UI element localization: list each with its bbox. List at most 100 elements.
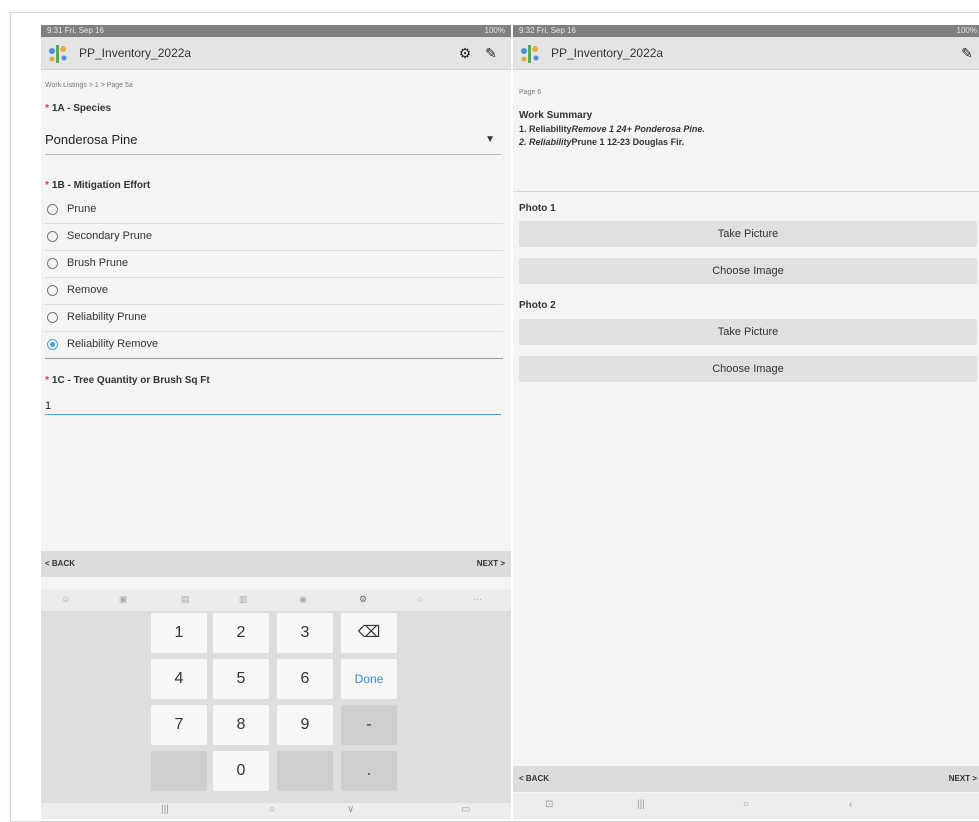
recents-icon[interactable]: ||| <box>161 804 169 815</box>
page-label: Page 6 <box>519 89 542 96</box>
status-battery: 100% <box>956 26 977 35</box>
system-nav-bar: ||| ○ ∨ ▭ <box>41 803 511 819</box>
form-nav-bar: < BACK NEXT > <box>513 766 979 792</box>
species-select[interactable]: Ponderosa Pine ▼ <box>45 128 501 155</box>
radio-icon <box>47 231 58 242</box>
app-bar: PP_Inventory_2022a ✎ <box>513 37 979 70</box>
photo-1-choose-image-button[interactable]: Choose Image <box>519 258 977 284</box>
radio-brush-prune[interactable]: Brush Prune <box>45 251 503 278</box>
key-0[interactable]: 0 <box>213 751 269 791</box>
app-title: PP_Inventory_2022a <box>551 46 664 60</box>
more-icon[interactable]: ··· <box>473 594 482 604</box>
key-6[interactable]: 6 <box>277 659 333 699</box>
key-8[interactable]: 8 <box>213 705 269 745</box>
q1b-label-text: 1B - Mitigation Effort <box>51 180 151 191</box>
radio-label: Remove <box>67 284 108 296</box>
key-9[interactable]: 9 <box>277 705 333 745</box>
radio-label: Reliability Prune <box>67 311 147 323</box>
emoji-icon[interactable]: ☺ <box>61 594 70 604</box>
search-icon[interactable]: ○ <box>417 594 422 604</box>
radio-prune[interactable]: Prune <box>45 197 503 224</box>
dot-key[interactable]: . <box>341 751 397 791</box>
key-3[interactable]: 3 <box>277 613 333 653</box>
status-bar: 9:32 Fri, Sep 16 100% <box>513 25 979 37</box>
radio-reliability-prune[interactable]: Reliability Prune <box>45 305 503 332</box>
backspace-icon[interactable]: ⌫ <box>341 613 397 653</box>
edit-icon[interactable]: ✎ <box>483 45 499 61</box>
radio-label: Brush Prune <box>67 257 129 269</box>
keyboard-icon[interactable]: ▭ <box>461 804 470 815</box>
summary-line-1-prefix: 1. Reliability <box>519 124 572 134</box>
quantity-input[interactable]: 1 <box>45 400 501 415</box>
next-button[interactable]: NEXT > <box>477 559 505 568</box>
status-bar: 9:31 Fri, Sep 16 100% <box>41 25 511 37</box>
app-bar: PP_Inventory_2022a ⚙ ✎ <box>41 37 511 70</box>
radio-secondary-prune[interactable]: Secondary Prune <box>45 224 503 251</box>
status-battery: 100% <box>484 26 505 35</box>
numeric-keypad: 1 2 3 ⌫ 4 5 6 Done 7 8 9 - 0 . <box>41 611 511 803</box>
gif-icon[interactable]: ▤ <box>181 594 190 605</box>
back-nav-icon[interactable]: ‹ <box>849 799 852 810</box>
back-button[interactable]: < BACK <box>519 774 549 783</box>
blank-key-left <box>151 751 207 791</box>
radio-icon <box>47 204 58 215</box>
photo-1-label: Photo 1 <box>519 203 556 214</box>
summary-line-2-rest: Prune 1 12-23 Douglas Fir. <box>571 137 685 147</box>
home-icon[interactable]: ○ <box>269 804 275 815</box>
species-value: Ponderosa Pine <box>45 132 138 147</box>
accessibility-icon[interactable]: ⊡ <box>545 799 553 810</box>
photo-2-label: Photo 2 <box>519 300 556 311</box>
photo-2-choose-image-button[interactable]: Choose Image <box>519 356 977 382</box>
key-7[interactable]: 7 <box>151 705 207 745</box>
gear-icon[interactable]: ⚙ <box>457 45 473 61</box>
radio-icon <box>47 312 58 323</box>
status-time: 9:32 Fri, Sep 16 <box>519 26 576 35</box>
summary-line-1: 1. ReliabilityRemove 1 24+ Ponderosa Pin… <box>519 124 705 134</box>
app-logo-icon <box>49 45 67 63</box>
radio-reliability-remove[interactable]: Reliability Remove <box>45 332 503 359</box>
work-summary-title: Work Summary <box>519 110 593 121</box>
key-2[interactable]: 2 <box>213 613 269 653</box>
radio-icon <box>47 258 58 269</box>
system-nav-bar: ⊡ ||| ○ ‹ <box>513 793 979 819</box>
form-nav-bar: < BACK NEXT > <box>41 551 511 577</box>
minus-key[interactable]: - <box>341 705 397 745</box>
app-title: PP_Inventory_2022a <box>79 46 192 60</box>
screenshot-frame: 9:31 Fri, Sep 16 100% PP_Inventory_2022a… <box>10 12 979 822</box>
recents-icon[interactable]: ||| <box>637 799 645 810</box>
summary-line-2: 2. ReliabilityPrune 1 12-23 Douglas Fir. <box>519 137 684 147</box>
collapse-keyboard-icon[interactable]: ∨ <box>347 804 354 815</box>
blank-key-right <box>277 751 333 791</box>
keyboard-toolbar: ☺ ▣ ▤ ▥ ◉ ⚙ ○ ··· <box>41 589 511 611</box>
photo-1-take-picture-button[interactable]: Take Picture <box>519 221 977 247</box>
key-1[interactable]: 1 <box>151 613 207 653</box>
edit-icon[interactable]: ✎ <box>959 45 975 61</box>
settings-icon[interactable]: ⚙ <box>359 594 367 605</box>
app-logo-icon <box>521 45 539 63</box>
q1c-label-text: 1C - Tree Quantity or Brush Sq Ft <box>51 375 210 386</box>
key-5[interactable]: 5 <box>213 659 269 699</box>
clipboard-icon[interactable]: ▥ <box>239 594 248 605</box>
breadcrumb: Work Listings > 1 > Page 5a <box>45 82 133 89</box>
done-key[interactable]: Done <box>341 659 397 699</box>
divider <box>513 191 979 192</box>
key-4[interactable]: 4 <box>151 659 207 699</box>
dropdown-arrow-icon: ▼ <box>485 134 495 145</box>
mic-icon[interactable]: ◉ <box>299 594 307 605</box>
next-button[interactable]: NEXT > <box>949 774 977 783</box>
status-time: 9:31 Fri, Sep 16 <box>47 26 104 35</box>
home-icon[interactable]: ○ <box>743 799 749 810</box>
radio-icon <box>47 285 58 296</box>
sticker-icon[interactable]: ▣ <box>119 594 128 605</box>
radio-label: Reliability Remove <box>67 338 159 350</box>
q1b-label: * 1B - Mitigation Effort <box>45 180 151 191</box>
radio-label: Secondary Prune <box>67 230 152 242</box>
back-button[interactable]: < BACK <box>45 559 75 568</box>
radio-label: Prune <box>67 203 97 215</box>
q1a-label-text: 1A - Species <box>51 103 112 114</box>
summary-line-1-italic: Remove 1 24+ Ponderosa Pine. <box>571 124 705 134</box>
q1a-label: * 1A - Species <box>45 103 112 114</box>
radio-remove[interactable]: Remove <box>45 278 503 305</box>
radio-selected-icon <box>47 339 58 350</box>
photo-2-take-picture-button[interactable]: Take Picture <box>519 319 977 345</box>
